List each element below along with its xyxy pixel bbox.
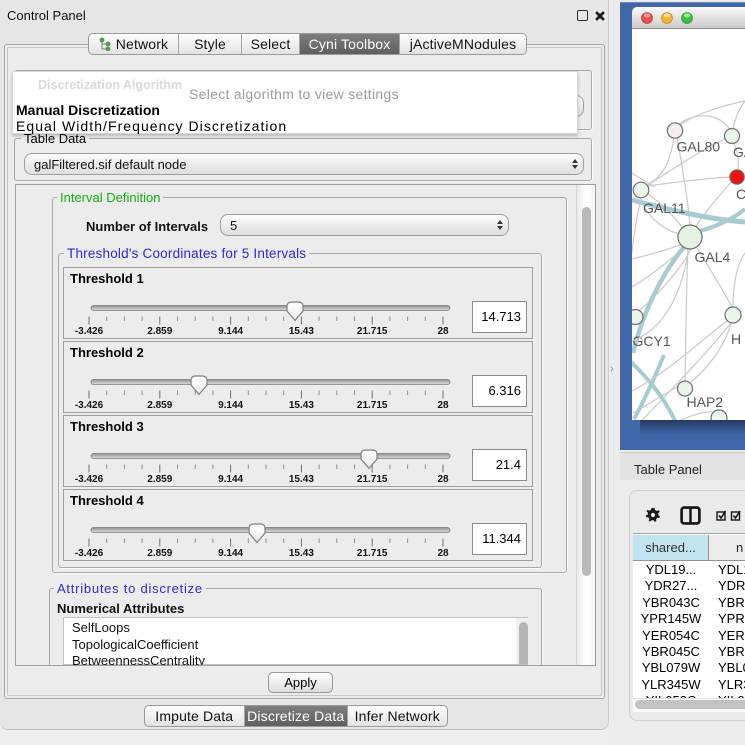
svg-text:21.715: 21.715 (357, 400, 388, 411)
svg-text:-3.426: -3.426 (75, 548, 104, 559)
svg-text:-3.426: -3.426 (75, 474, 104, 485)
svg-text:2.859: 2.859 (147, 548, 172, 559)
svg-text:15.43: 15.43 (289, 474, 314, 485)
svg-text:-3.426: -3.426 (75, 326, 104, 337)
svg-text:2.859: 2.859 (147, 400, 172, 411)
svg-text:9.144: 9.144 (218, 474, 243, 485)
svg-text:28: 28 (437, 548, 449, 559)
svg-text:15.43: 15.43 (289, 548, 314, 559)
svg-text:2.859: 2.859 (147, 474, 172, 485)
svg-text:GAL80: GAL80 (677, 139, 721, 155)
svg-text:15.43: 15.43 (289, 400, 314, 411)
svg-text:GAL11: GAL11 (643, 200, 686, 216)
svg-text:GA: GA (733, 144, 745, 160)
svg-text:-3.426: -3.426 (75, 400, 104, 411)
svg-text:9.144: 9.144 (218, 400, 243, 411)
svg-text:9.144: 9.144 (218, 326, 243, 337)
svg-text:28: 28 (437, 326, 449, 337)
svg-text:GAL4: GAL4 (695, 249, 731, 265)
svg-text:HAP2: HAP2 (687, 394, 724, 410)
svg-text:15.43: 15.43 (289, 326, 314, 337)
svg-text:21.715: 21.715 (357, 548, 388, 559)
svg-text:C: C (736, 186, 745, 202)
svg-text:21.715: 21.715 (357, 474, 388, 485)
svg-text:9.144: 9.144 (218, 548, 243, 559)
svg-text:21.715: 21.715 (357, 326, 388, 337)
svg-text:28: 28 (437, 474, 449, 485)
svg-text:H: H (731, 331, 741, 347)
svg-text:28: 28 (437, 400, 449, 411)
svg-text:GCY1: GCY1 (633, 333, 671, 349)
svg-text:2.859: 2.859 (147, 326, 172, 337)
